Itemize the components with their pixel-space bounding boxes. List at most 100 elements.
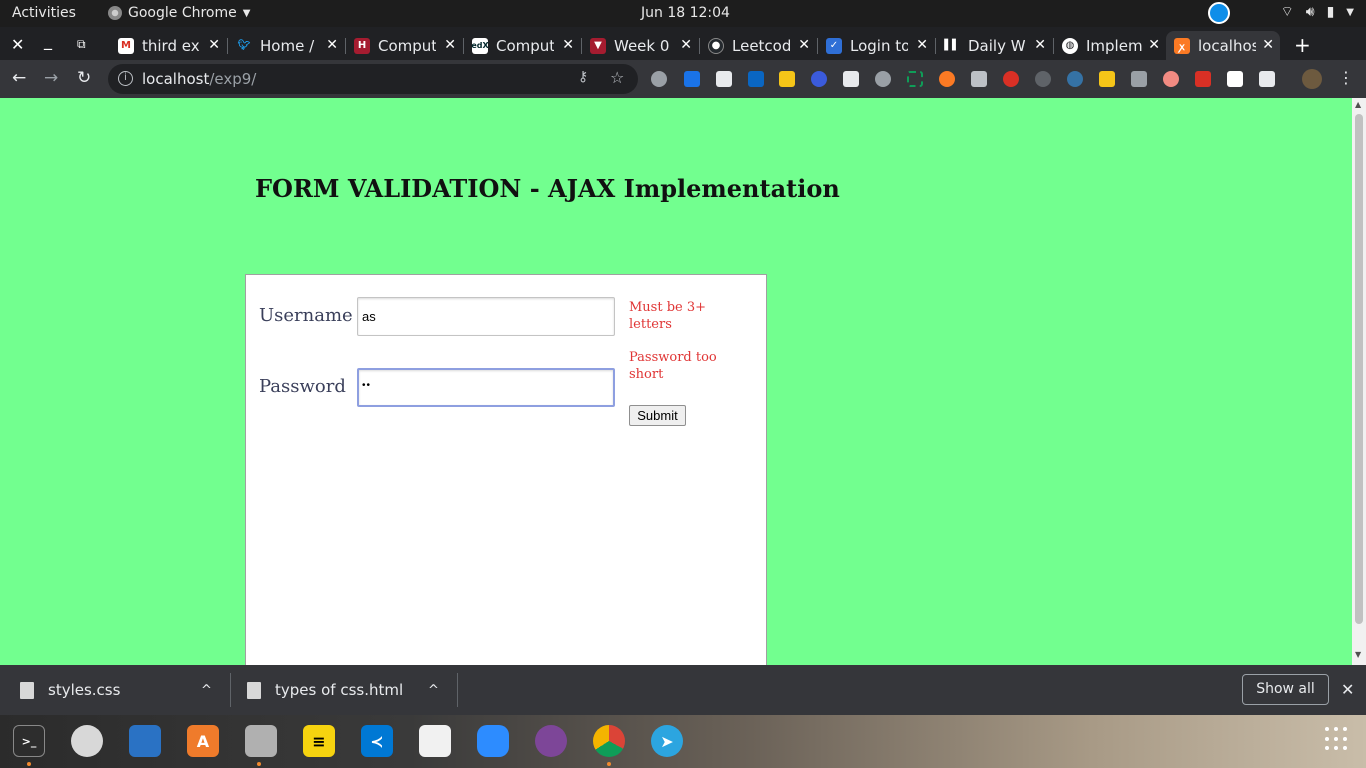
- terminal-icon[interactable]: >_: [13, 725, 45, 757]
- linkedin-extension-icon[interactable]: [748, 71, 764, 87]
- document-viewer-icon[interactable]: [419, 725, 451, 757]
- download-item[interactable]: types of css.html ^: [247, 665, 452, 715]
- close-window-icon[interactable]: ✕: [11, 35, 24, 54]
- harvard-icon: H: [354, 37, 370, 54]
- close-tab-icon[interactable]: ✕: [1034, 37, 1046, 53]
- tab-twitter[interactable]: 🐦︎ Home / ✕: [228, 31, 344, 60]
- extension-icon[interactable]: [875, 71, 891, 87]
- extension-icon[interactable]: [1035, 71, 1051, 87]
- extension-icon[interactable]: [971, 71, 987, 87]
- extension-icon[interactable]: [811, 71, 827, 87]
- chevron-up-icon[interactable]: ^: [201, 683, 212, 698]
- reload-icon[interactable]: ↻: [77, 68, 91, 88]
- tab-daily[interactable]: ▌▌ Daily W ✕: [936, 31, 1052, 60]
- close-tab-icon[interactable]: ✕: [208, 37, 220, 53]
- wifi-icon: ⌔: [1280, 4, 1294, 20]
- chrome-icon[interactable]: [593, 725, 625, 757]
- tab-harvard[interactable]: H Comput ✕: [346, 31, 462, 60]
- telegram-icon[interactable]: ➤: [651, 725, 683, 757]
- extension-icon[interactable]: [1163, 71, 1179, 87]
- app-menu[interactable]: Google Chrome ▼: [108, 5, 250, 21]
- harvard-shield-icon: ▼: [590, 37, 606, 54]
- thumbs-up-icon[interactable]: [1099, 71, 1115, 87]
- tab-login[interactable]: ✓ Login to ✕: [818, 31, 934, 60]
- close-tab-icon[interactable]: ✕: [1262, 37, 1274, 53]
- close-downloads-icon[interactable]: ✕: [1341, 680, 1354, 699]
- password-error: Password too short: [629, 350, 717, 382]
- key-icon[interactable]: ⚷: [578, 69, 588, 85]
- show-all-button[interactable]: Show all: [1242, 674, 1329, 705]
- clock[interactable]: Jun 18 12:04: [641, 5, 730, 21]
- twitter-icon: 🐦︎: [237, 40, 251, 51]
- system-top-bar: Activities Google Chrome ▼ Jun 18 12:04 …: [0, 0, 1366, 27]
- extension-icon[interactable]: [1259, 71, 1275, 87]
- close-tab-icon[interactable]: ✕: [562, 37, 574, 53]
- username-label: Username: [259, 305, 353, 326]
- password-input[interactable]: ••: [357, 368, 615, 407]
- trello-icon: ▌▌: [944, 40, 960, 51]
- hangouts-extension-icon[interactable]: [651, 71, 667, 87]
- bookmark-star-icon[interactable]: ☆: [610, 68, 624, 87]
- download-item[interactable]: styles.css ^: [20, 665, 225, 715]
- url-text[interactable]: localhost/exp9/: [142, 70, 256, 88]
- forward-icon[interactable]: →: [44, 68, 58, 88]
- submit-button[interactable]: Submit: [629, 405, 686, 426]
- files-icon[interactable]: [245, 725, 277, 757]
- address-bar[interactable]: i localhost/exp9/ ⚷ ☆: [108, 64, 638, 94]
- close-tab-icon[interactable]: ✕: [1148, 37, 1160, 53]
- python-icon[interactable]: [1067, 71, 1083, 87]
- chevron-down-icon: ▼: [1346, 6, 1354, 18]
- tab-implementation[interactable]: ◍ Implem ✕: [1054, 31, 1166, 60]
- rhythmbox-icon[interactable]: [71, 725, 103, 757]
- vscode-icon[interactable]: ≺: [361, 725, 393, 757]
- adblock-icon[interactable]: [1003, 71, 1019, 87]
- github-icon: ●: [708, 37, 724, 54]
- restore-window-icon[interactable]: ⧉: [77, 37, 86, 52]
- minimize-window-icon[interactable]: _: [44, 31, 52, 50]
- extension-icon[interactable]: [1195, 71, 1211, 87]
- info-icon[interactable]: i: [118, 71, 133, 86]
- extension-icon[interactable]: [716, 71, 732, 87]
- extension-icon[interactable]: [684, 71, 700, 87]
- back-icon[interactable]: ←: [12, 68, 26, 88]
- tab-week[interactable]: ▼ Week 0 ✕: [582, 31, 698, 60]
- close-tab-icon[interactable]: ✕: [916, 37, 928, 53]
- pdf-icon[interactable]: [1227, 71, 1243, 87]
- close-tab-icon[interactable]: ✕: [680, 37, 692, 53]
- close-tab-icon[interactable]: ✕: [444, 37, 456, 53]
- username-input[interactable]: as: [357, 297, 615, 336]
- extension-icon[interactable]: [779, 71, 795, 87]
- scrollbar-thumb[interactable]: [1355, 114, 1363, 624]
- writer-icon[interactable]: [129, 725, 161, 757]
- tab-gmail[interactable]: M third ex ✕: [110, 31, 226, 60]
- tab-leetcode[interactable]: ● Leetcod ✕: [700, 31, 816, 60]
- dropdown-arrow-icon: ▼: [242, 7, 251, 19]
- system-tray[interactable]: ⌔ 🔊︎ ▮ ▼: [1281, 3, 1354, 21]
- page-scrollbar[interactable]: ▲ ▼: [1352, 98, 1366, 665]
- validation-form: Username as Must be 3+ letters Password …: [245, 274, 767, 665]
- tab-localhost[interactable]: ꭗ localhos ✕: [1166, 31, 1280, 60]
- edx-icon: edX: [471, 37, 489, 54]
- notes-icon[interactable]: ≡: [303, 725, 335, 757]
- file-icon: [247, 681, 261, 699]
- new-tab-button[interactable]: +: [1294, 33, 1311, 57]
- downloads-bar: styles.css ^ types of css.html ^ Show al…: [0, 665, 1366, 715]
- tor-browser-icon[interactable]: [535, 725, 567, 757]
- profile-avatar[interactable]: [1302, 69, 1322, 89]
- close-tab-icon[interactable]: ✕: [798, 37, 810, 53]
- extension-icon[interactable]: [907, 71, 923, 87]
- more-menu-icon[interactable]: ⋮: [1338, 68, 1354, 87]
- zoom-icon[interactable]: [477, 725, 509, 757]
- scroll-up-icon[interactable]: ▲: [1355, 100, 1361, 109]
- chevron-up-icon[interactable]: ^: [428, 683, 439, 698]
- show-applications-icon[interactable]: [1325, 727, 1349, 751]
- extension-icon[interactable]: [939, 71, 955, 87]
- extension-icon[interactable]: [1131, 71, 1147, 87]
- teamviewer-icon[interactable]: [1208, 2, 1230, 24]
- software-center-icon[interactable]: A: [187, 725, 219, 757]
- activities-button[interactable]: Activities: [12, 5, 76, 21]
- tab-edx[interactable]: edX Comput ✕: [464, 31, 580, 60]
- close-tab-icon[interactable]: ✕: [326, 37, 338, 53]
- extension-icon[interactable]: [843, 71, 859, 87]
- scroll-down-icon[interactable]: ▼: [1355, 650, 1361, 659]
